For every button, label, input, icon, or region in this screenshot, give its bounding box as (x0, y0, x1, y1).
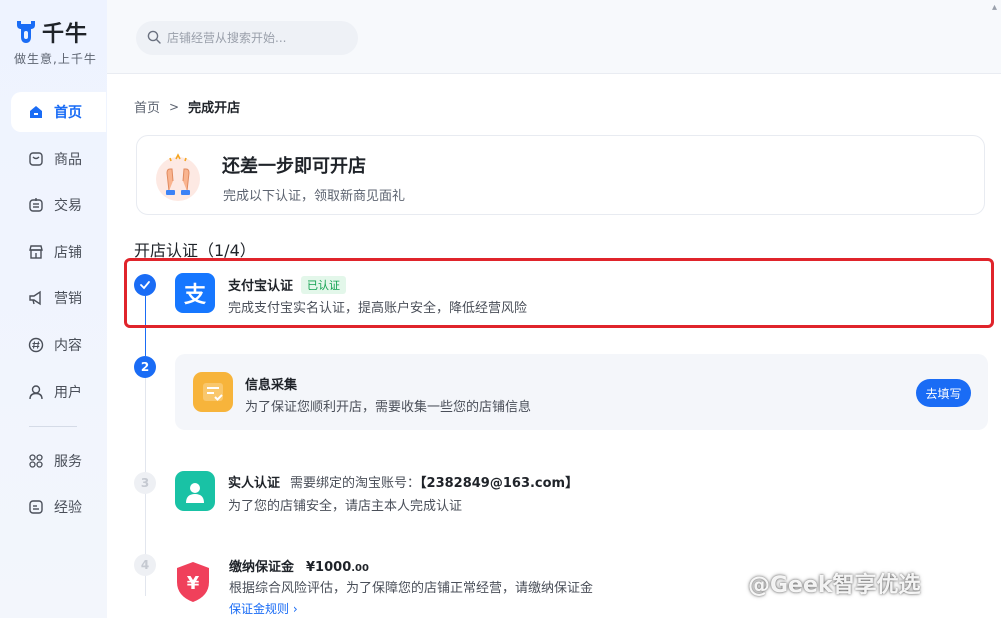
sidebar-item-marketing[interactable]: 营销 (11, 278, 106, 318)
breadcrumb-current: 完成开店 (188, 101, 241, 116)
step-3-title-text: 实人认证 (228, 476, 281, 491)
sidebar-item-label: 用户 (54, 384, 82, 401)
logo-slogan: 做生意,上千牛 (14, 52, 97, 66)
product-icon (28, 151, 44, 167)
shield-yuan-icon: ¥ (173, 562, 213, 602)
bound-account-label-text: 需要绑定的淘宝账号： (290, 476, 421, 491)
sidebar-nav: 首页 商品 交易 店铺 营销 内容 用户 服务 经验 (0, 92, 107, 534)
sidebar: 千牛 做生意,上千牛 首页 商品 交易 店铺 营销 内容 用户 服务 经验 (0, 0, 107, 618)
deposit-amount-cents: .00 (351, 563, 369, 574)
deposit-amount: ¥1000.00 (306, 560, 369, 575)
user-icon (28, 384, 44, 400)
sidebar-item-label: 营销 (54, 291, 82, 308)
step-4-title: 缴纳保证金 ¥1000.00 (229, 556, 369, 575)
high-five-icon (152, 151, 204, 203)
breadcrumb-home[interactable]: 首页 (134, 97, 160, 116)
hashtag-icon (28, 337, 44, 353)
highlight-annotation (124, 258, 994, 328)
step-3-number: 3 (134, 472, 156, 494)
sidebar-item-home[interactable]: 首页 (11, 92, 106, 132)
trade-icon (28, 197, 44, 213)
main-content: 首页 > 完成开店 还差一步即可开店 完成以下认证，领取新商见面礼 开店认证（1… (107, 74, 1001, 618)
step-4-desc: 根据综合风险评估，为了保障您的店铺正常经营，请缴纳保证金 (229, 581, 594, 596)
sidebar-item-label: 首页 (54, 105, 82, 121)
breadcrumb: 首页 > 完成开店 (134, 97, 241, 117)
step-2-title: 信息采集 (245, 378, 298, 393)
deposit-rules-link[interactable]: 保证金规则 › (229, 600, 298, 617)
svg-text:¥: ¥ (187, 573, 200, 594)
grid-icon (28, 453, 44, 469)
search-input[interactable] (167, 31, 347, 45)
sidebar-item-label: 商品 (54, 151, 82, 168)
sidebar-item-content[interactable]: 内容 (11, 325, 106, 365)
search-icon (147, 29, 161, 48)
step-3-desc: 为了您的店铺安全，请店主本人完成认证 (228, 499, 463, 514)
person-icon (175, 471, 215, 511)
sidebar-item-users[interactable]: 用户 (11, 372, 106, 412)
step-2-desc: 为了保证您顺利开店，需要收集一些您的店铺信息 (245, 400, 532, 415)
sidebar-item-label: 店铺 (54, 244, 82, 261)
qianniu-logo-icon (14, 19, 38, 45)
open-store-banner: 还差一步即可开店 完成以下认证，领取新商见面礼 (136, 135, 985, 215)
watermark: @Geek智享优选 (748, 573, 921, 598)
bound-account-value: 【2382849@163.com】 (420, 476, 579, 491)
deposit-amount-main: ¥1000 (306, 560, 352, 575)
megaphone-icon (28, 290, 44, 306)
step-2-number: 2 (134, 356, 156, 378)
corner-mark: ▴ (991, 2, 997, 13)
home-icon (28, 104, 44, 120)
banner-title: 还差一步即可开店 (222, 156, 366, 177)
store-icon (28, 244, 44, 260)
banner-subtitle: 完成以下认证，领取新商见面礼 (223, 189, 406, 204)
step-3-title: 实人认证 需要绑定的淘宝账号：【2382849@163.com】 (228, 472, 578, 491)
step-4-number: 4 (134, 554, 156, 576)
topbar (107, 0, 1001, 74)
logo-text: 千牛 (42, 22, 89, 47)
bound-account-label: 需要绑定的淘宝账号：【2382849@163.com】 (290, 476, 578, 491)
sidebar-item-label: 服务 (54, 453, 82, 470)
sidebar-item-services[interactable]: 服务 (11, 441, 106, 481)
logo[interactable]: 千牛 (14, 16, 88, 48)
form-icon (193, 372, 233, 412)
sidebar-item-store[interactable]: 店铺 (11, 232, 106, 272)
search-box[interactable] (136, 21, 358, 55)
sidebar-item-experience[interactable]: 经验 (11, 487, 106, 527)
sidebar-item-label: 内容 (54, 337, 82, 354)
sidebar-divider (29, 425, 77, 427)
chevron-right-icon: > (169, 99, 180, 114)
fill-in-button[interactable]: 去填写 (916, 379, 971, 407)
sidebar-item-label: 交易 (54, 198, 82, 215)
note-icon (28, 499, 44, 515)
sidebar-item-label: 经验 (54, 500, 82, 517)
step-4-title-text: 缴纳保证金 (229, 560, 295, 575)
sidebar-item-product[interactable]: 商品 (11, 139, 106, 179)
sidebar-item-trade[interactable]: 交易 (11, 185, 106, 225)
